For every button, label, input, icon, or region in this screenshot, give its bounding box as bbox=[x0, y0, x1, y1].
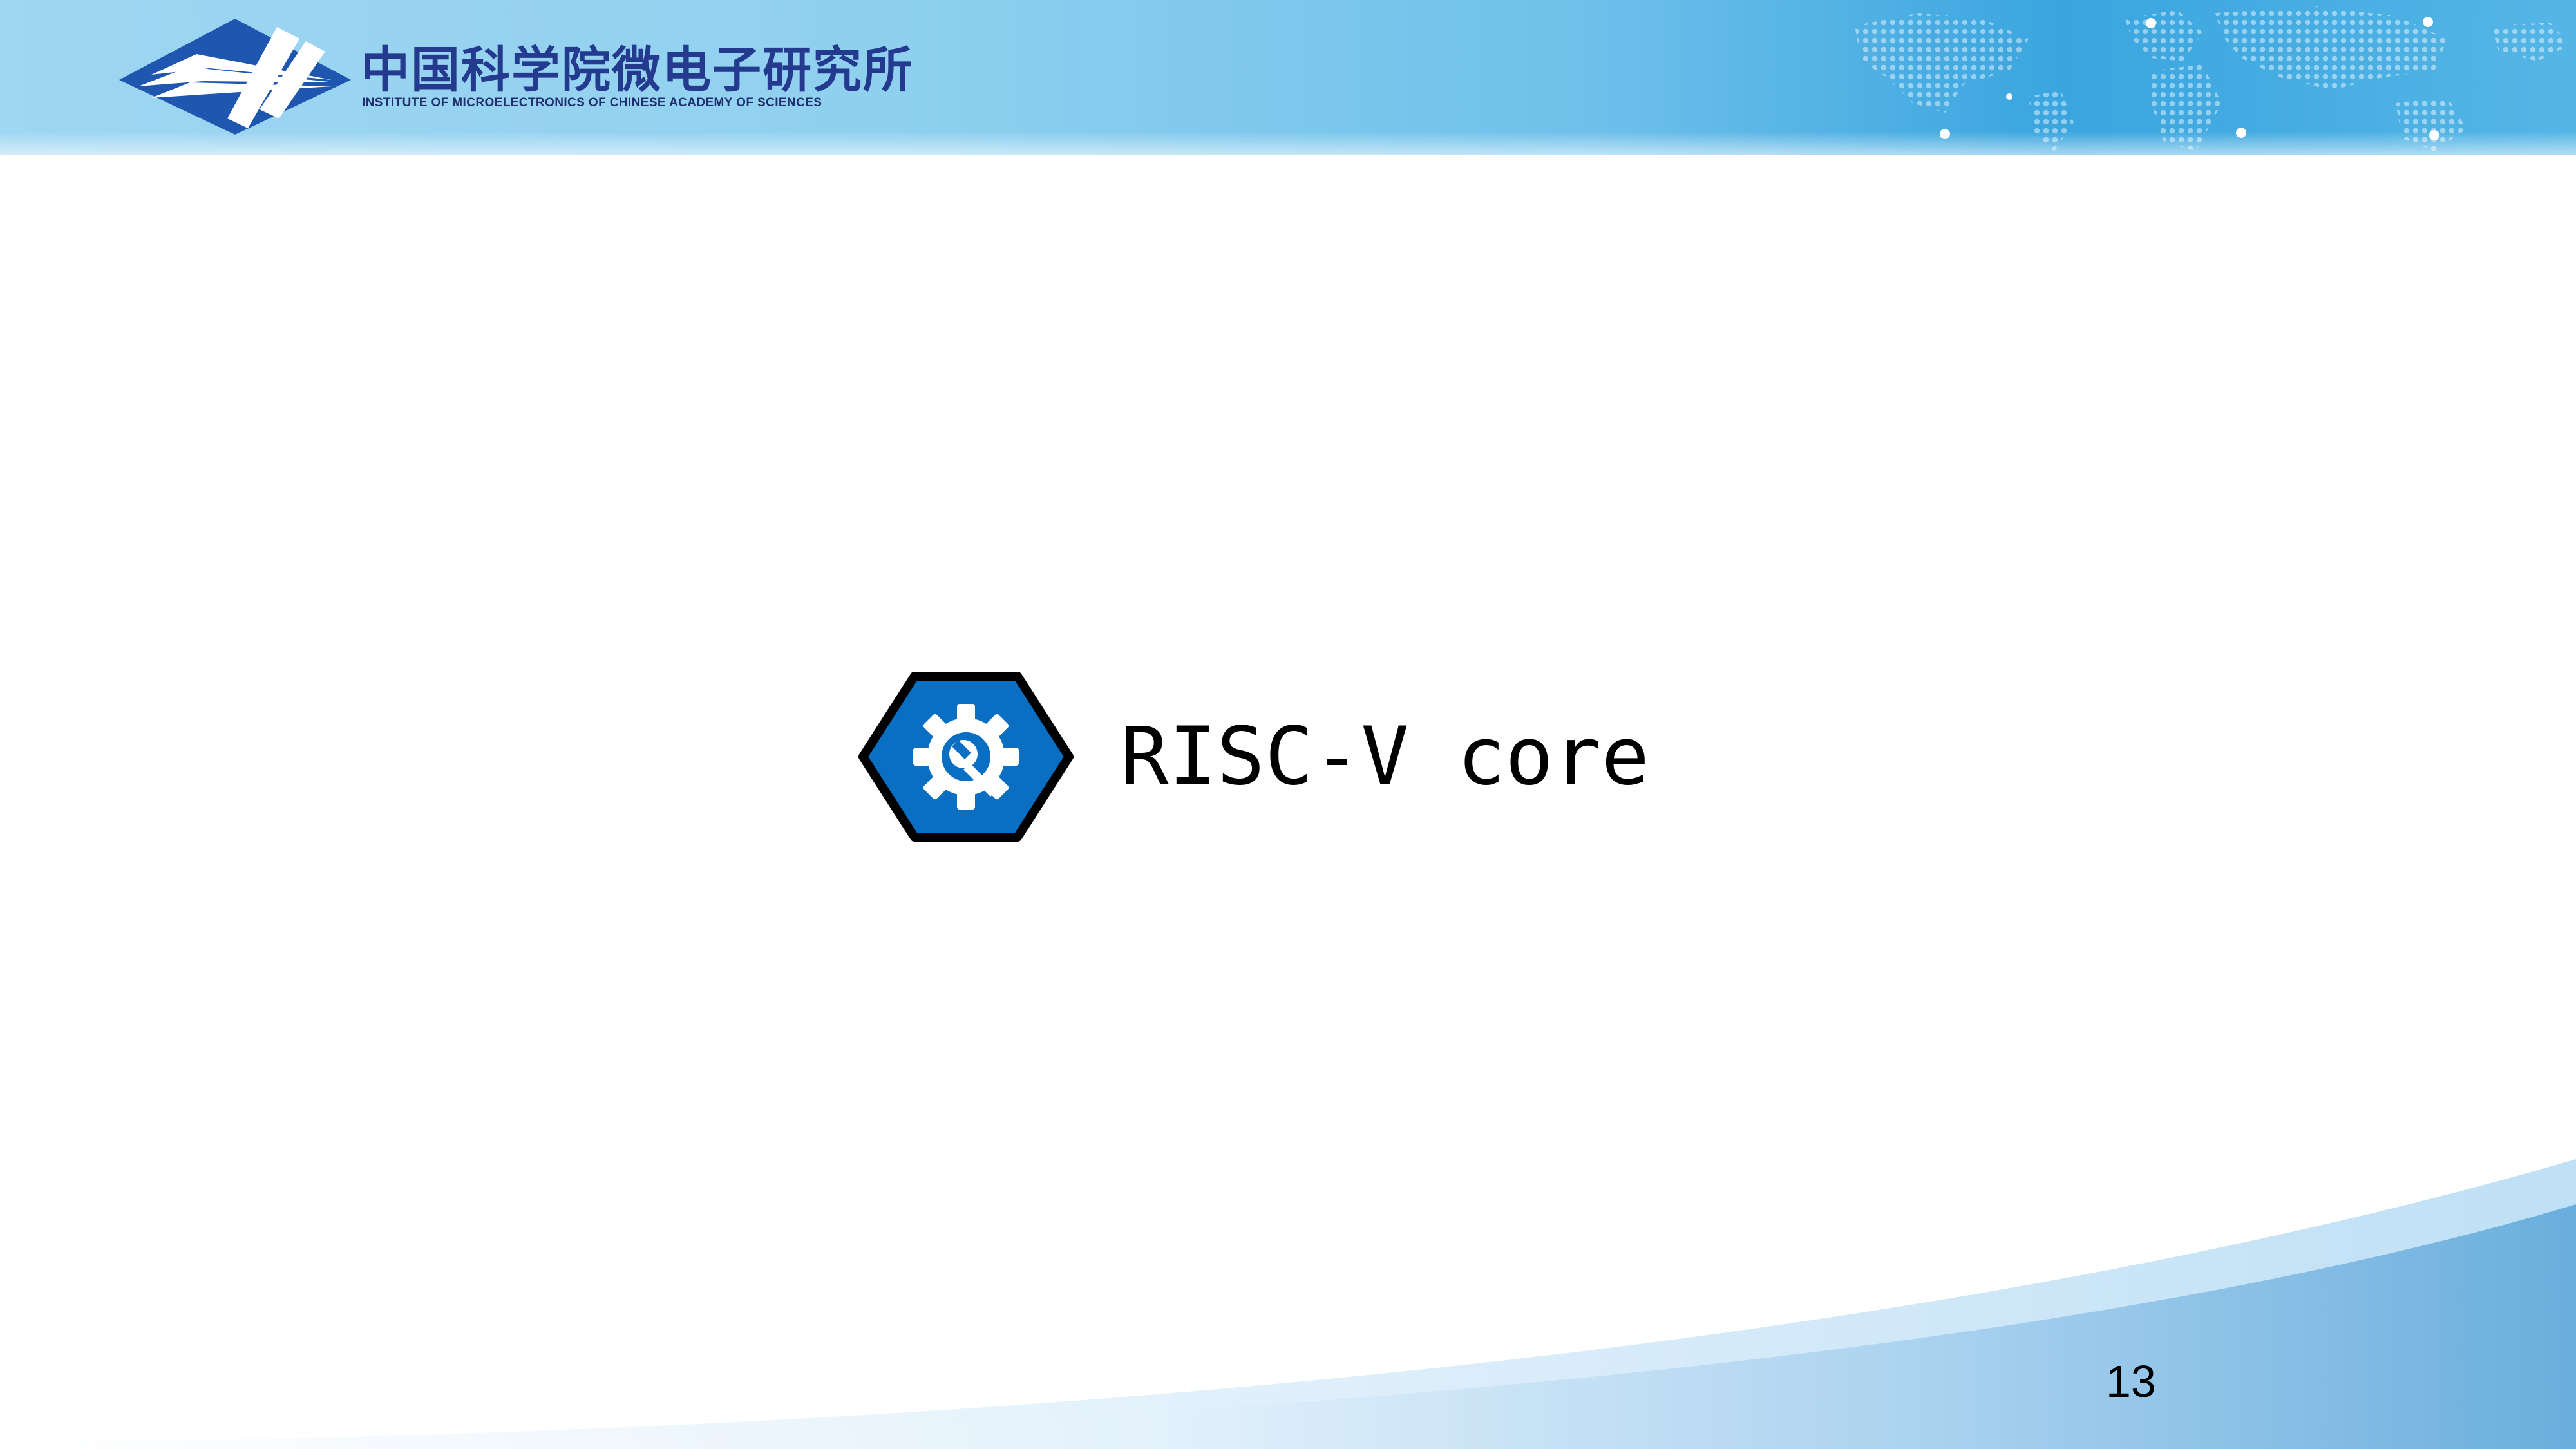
slide: 中国科学院微电子研究所 INSTITUTE OF MICROELECTRONIC… bbox=[0, 0, 2576, 1449]
page-number: 13 bbox=[2106, 1356, 2156, 1406]
header-band: 中国科学院微电子研究所 INSTITUTE OF MICROELECTRONIC… bbox=[0, 0, 2576, 155]
world-map-dots-icon bbox=[1855, 6, 2570, 151]
org-name-chinese: 中国科学院微电子研究所 bbox=[361, 41, 913, 99]
gear-wrench-icon bbox=[858, 672, 1074, 842]
org-name-english: INSTITUTE OF MICROELECTRONICS OF CHINESE… bbox=[362, 96, 822, 109]
section-heading: RISC-V core bbox=[857, 670, 1694, 844]
section-title: RISC-V core bbox=[1121, 710, 1650, 803]
institute-logo-icon bbox=[119, 19, 351, 135]
